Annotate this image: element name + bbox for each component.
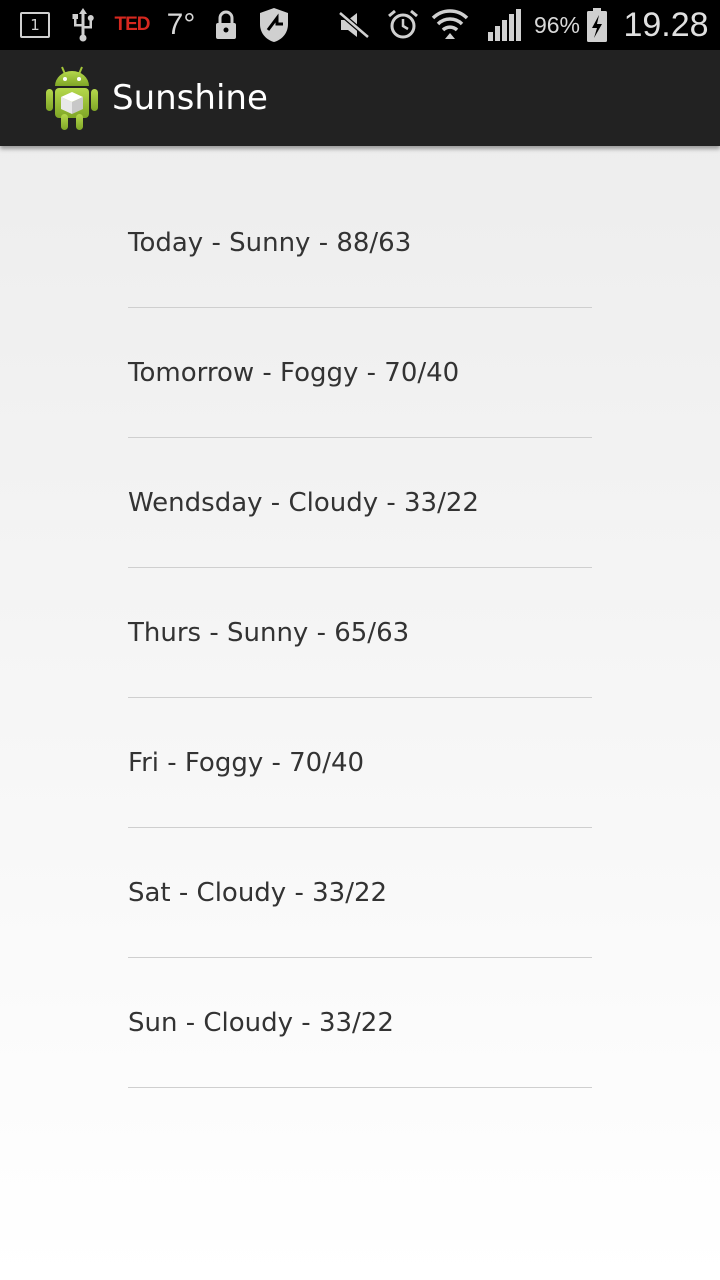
mute-icon	[336, 0, 372, 50]
app-title: Sunshine	[112, 78, 268, 118]
clock-text: 19.28	[623, 5, 709, 44]
list-item[interactable]: Tomorrow - Foggy - 70/40	[128, 308, 592, 438]
ted-label: TED	[114, 14, 151, 35]
forecast-text: Fri - Foggy - 70/40	[128, 747, 365, 778]
action-bar: Sunshine	[0, 50, 720, 146]
list-item[interactable]: Sat - Cloudy - 33/22	[128, 828, 592, 958]
list-item[interactable]: Wendsday - Cloudy - 33/22	[128, 438, 592, 568]
temperature-text: 7°	[166, 8, 196, 41]
list-item[interactable]: Today - Sunny - 88/63	[128, 178, 592, 308]
lock-icon	[213, 0, 239, 50]
forecast-text: Sun - Cloudy - 33/22	[128, 1007, 394, 1038]
battery-percent: 96%	[533, 0, 581, 50]
battery-percent-text: 96%	[533, 11, 581, 38]
alarm-icon	[385, 0, 421, 50]
list-item[interactable]: Sun - Cloudy - 33/22	[128, 958, 592, 1088]
android-app-icon[interactable]	[43, 64, 101, 132]
wifi-icon	[430, 0, 470, 50]
ted-icon: TED	[110, 0, 154, 50]
forecast-text: Today - Sunny - 88/63	[128, 227, 412, 258]
usb-icon	[70, 0, 96, 50]
forecast-text: Tomorrow - Foggy - 70/40	[128, 357, 460, 388]
forecast-list: Today - Sunny - 88/63 Tomorrow - Foggy -…	[128, 178, 592, 1088]
temperature-readout: 7°	[162, 0, 200, 50]
shield-icon	[254, 0, 294, 50]
signal-icon	[485, 0, 523, 50]
list-item[interactable]: Thurs - Sunny - 65/63	[128, 568, 592, 698]
forecast-text: Sat - Cloudy - 33/22	[128, 877, 388, 908]
notification-count: 1	[20, 12, 50, 38]
battery-charging-icon	[584, 0, 610, 50]
clock: 19.28	[618, 0, 714, 50]
notification-box-icon: 1	[17, 0, 53, 50]
forecast-text: Thurs - Sunny - 65/63	[128, 617, 410, 648]
list-item[interactable]: Fri - Foggy - 70/40	[128, 698, 592, 828]
forecast-text: Wendsday - Cloudy - 33/22	[128, 487, 479, 518]
status-bar: 1 TED 7° 96% 19.28	[0, 0, 720, 50]
